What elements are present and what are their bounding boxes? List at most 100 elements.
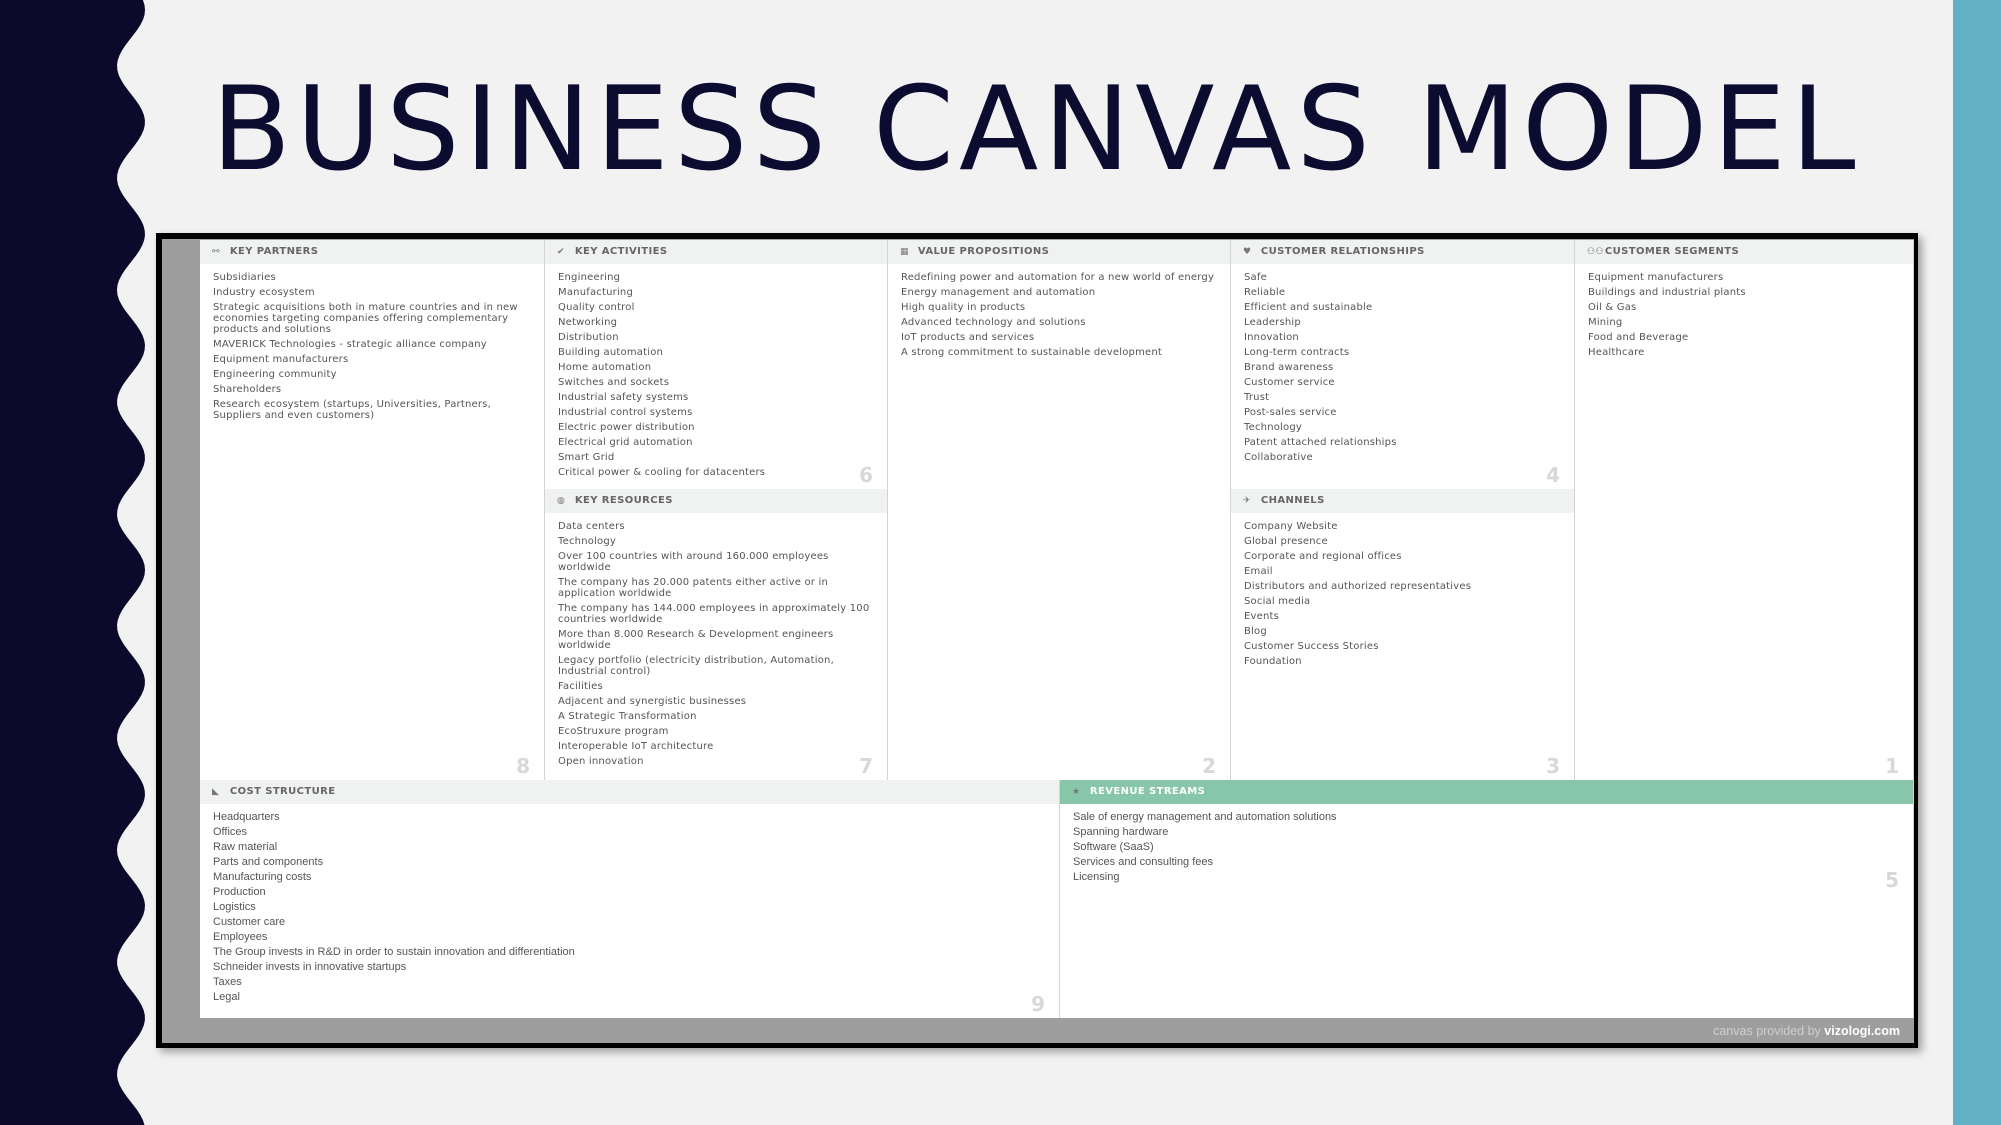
list-item: Strategic acquisitions both in mature co…	[213, 302, 518, 335]
list-item: Social media	[1244, 596, 1311, 607]
block-title: CHANNELS	[1260, 495, 1325, 506]
list-item: High quality in products	[901, 302, 1026, 313]
list-item: Legal	[213, 991, 240, 1003]
list-item: Email	[1244, 566, 1273, 577]
list-item: Industrial control systems	[558, 407, 693, 418]
list-item: Customer care	[213, 916, 286, 928]
item-list: Redefining power and automation for a ne…	[888, 264, 1230, 358]
list-item: The Group invests in R&D in order to sus…	[213, 946, 575, 958]
list-item: Energy management and automation	[901, 287, 1096, 298]
item-list: Headquarters Offices Raw material Parts and…	[200, 804, 1059, 1003]
check-icon: ✔	[557, 247, 565, 257]
list-item: Sale of energy management and automation…	[1073, 811, 1337, 823]
list-item: Patent attached relationships	[1244, 437, 1397, 448]
list-item: Long-term contracts	[1244, 347, 1350, 358]
item-list: Subsidiaries Industry ecosystem Strategic …	[200, 264, 544, 421]
block-number: 6	[859, 463, 873, 487]
list-item: Advanced technology and solutions	[901, 317, 1086, 328]
list-item: Safe	[1244, 272, 1267, 283]
block-number: 2	[1202, 754, 1216, 778]
link-icon: ⚯	[212, 247, 220, 257]
item-list: Engineering Manufacturing Quality control N…	[545, 264, 887, 478]
item-list: Sale of energy management and automation…	[1060, 804, 1913, 883]
list-item: Technology	[1244, 422, 1303, 433]
list-item: Parts and components	[213, 856, 324, 868]
page-title: BUSINESS CANVAS MODEL	[211, 62, 1861, 197]
block-cost-structure: ◣ COST STRUCTURE Headquarters Offices Raw m…	[200, 780, 1060, 1018]
list-item: Equipment manufacturers	[213, 354, 349, 365]
credit-prefix: canvas provided by	[1713, 1024, 1821, 1038]
plane-icon: ✈	[1243, 496, 1251, 506]
block-channels: ✈ CHANNELS Company Website Global presence…	[1231, 489, 1575, 780]
list-item: Efficient and sustainable	[1244, 302, 1373, 313]
list-item: Subsidiaries	[213, 272, 276, 283]
list-item: Employees	[213, 931, 268, 943]
block-title: KEY ACTIVITIES	[574, 246, 668, 257]
tag-icon: ◣	[212, 787, 220, 797]
list-item: Industrial safety systems	[558, 392, 689, 403]
list-item: Services and consulting fees	[1073, 856, 1214, 868]
list-item: Buildings and industrial plants	[1588, 287, 1746, 298]
gift-icon: ▦	[900, 247, 909, 257]
list-item: Technology	[558, 536, 617, 547]
users-icon: ⚇⚇	[1587, 247, 1604, 257]
list-item: Quality control	[558, 302, 635, 313]
list-item: Redefining power and automation for a ne…	[901, 272, 1215, 283]
list-item: IoT products and services	[901, 332, 1035, 343]
block-number: 3	[1546, 754, 1560, 778]
canvas-credit: canvas provided by vizologi.com	[1600, 1024, 1900, 1038]
credit-brand-link[interactable]: vizologi.com	[1824, 1024, 1900, 1038]
list-item: Global presence	[1244, 536, 1328, 547]
list-item: Legacy portfolio (electricity distributi…	[558, 655, 834, 677]
block-header: ⚯ KEY PARTNERS	[200, 240, 544, 264]
list-item: Facilities	[558, 681, 603, 692]
resources-icon: ◍	[557, 496, 566, 506]
block-header: ★ REVENUE STREAMS	[1060, 780, 1913, 804]
list-item: Licensing	[1073, 871, 1120, 883]
list-item: Headquarters	[213, 811, 280, 823]
list-item: Leadership	[1244, 317, 1301, 328]
list-item: Company Website	[1244, 521, 1338, 532]
list-item: Data centers	[558, 521, 625, 532]
list-item: Interoperable IoT architecture	[558, 741, 714, 752]
block-number: 4	[1546, 463, 1560, 487]
list-item: EcoStruxure program	[558, 726, 669, 737]
block-customer-segments: ⚇⚇ CUSTOMER SEGMENTS Equipment manufactur…	[1575, 240, 1914, 780]
list-item: The company has 20.000 patents either ac…	[558, 577, 828, 599]
list-item: Oil & Gas	[1588, 302, 1637, 313]
block-header: ▦ VALUE PROPOSITIONS	[888, 240, 1230, 264]
list-item: Electric power distribution	[558, 422, 695, 433]
list-item: Innovation	[1244, 332, 1299, 343]
heart-icon: ♥	[1243, 247, 1252, 257]
list-item: Blog	[1244, 626, 1267, 637]
list-item: Logistics	[213, 901, 256, 913]
block-title: KEY RESOURCES	[574, 495, 673, 506]
block-header: ◣ COST STRUCTURE	[200, 780, 1059, 804]
list-item: Equipment manufacturers	[1588, 272, 1724, 283]
list-item: The company has 144.000 employees in app…	[558, 603, 870, 625]
list-item: Production	[213, 886, 266, 898]
list-item: Home automation	[558, 362, 652, 373]
block-title: COST STRUCTURE	[229, 786, 336, 797]
block-number: 1	[1885, 754, 1899, 778]
block-title: CUSTOMER RELATIONSHIPS	[1260, 246, 1425, 257]
list-item: Foundation	[1244, 656, 1302, 667]
list-item: A Strategic Transformation	[558, 711, 697, 722]
list-item: Software (SaaS)	[1073, 841, 1154, 853]
block-header: ✔ KEY ACTIVITIES	[545, 240, 887, 264]
list-item: Switches and sockets	[558, 377, 670, 388]
block-key-activities: ✔ KEY ACTIVITIES Engineering Manufacturing…	[545, 240, 888, 489]
list-item: Trust	[1244, 392, 1270, 403]
list-item: Manufacturing costs	[213, 871, 312, 883]
list-item: Networking	[558, 317, 618, 328]
list-item: Food and Beverage	[1588, 332, 1689, 343]
list-item: Healthcare	[1588, 347, 1645, 358]
list-item: Research ecosystem (startups, Universiti…	[213, 399, 491, 421]
block-number: 5	[1885, 868, 1899, 892]
list-item: Building automation	[558, 347, 664, 358]
list-item: Manufacturing	[558, 287, 634, 298]
block-customer-relationships: ♥ CUSTOMER RELATIONSHIPS Safe Reliable Effi…	[1231, 240, 1575, 489]
list-item: Collaborative	[1244, 452, 1313, 463]
block-title: REVENUE STREAMS	[1089, 786, 1206, 797]
block-header: ♥ CUSTOMER RELATIONSHIPS	[1231, 240, 1574, 264]
